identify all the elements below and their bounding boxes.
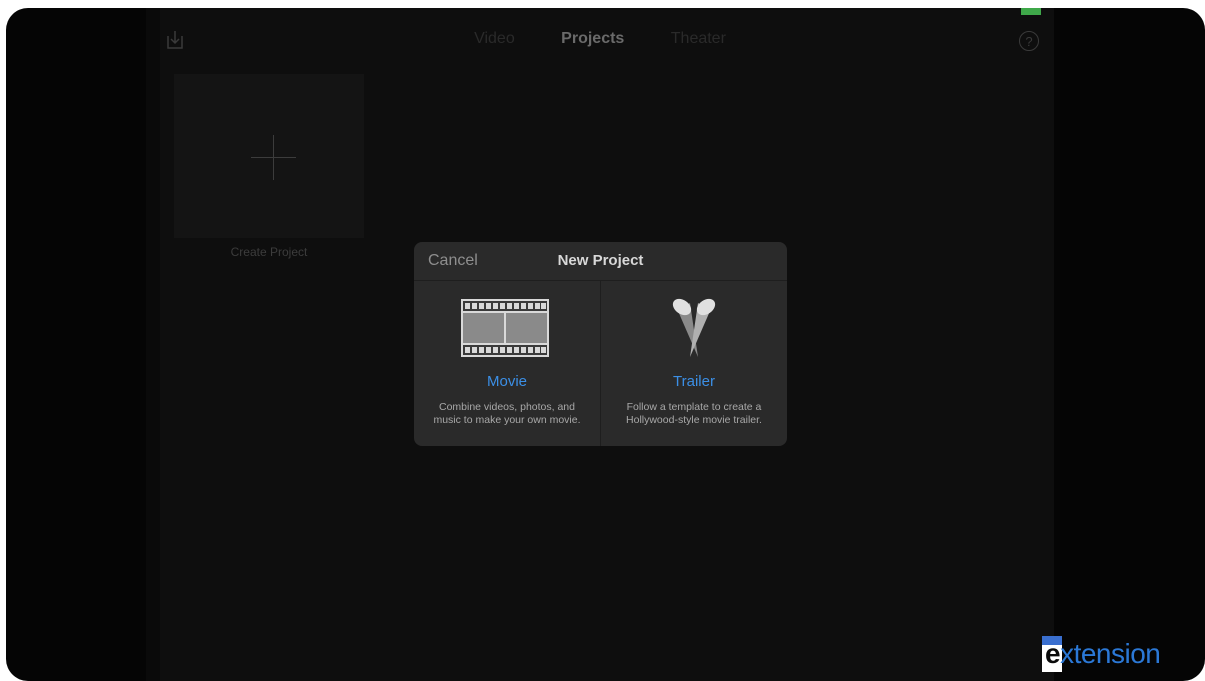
battery-indicator bbox=[1021, 8, 1041, 15]
trailer-description: Follow a template to create a Hollywood-… bbox=[601, 401, 787, 427]
movie-description: Combine videos, photos, and music to mak… bbox=[414, 401, 600, 427]
dialog-header: Cancel New Project bbox=[414, 242, 787, 281]
trailer-description-line2: Hollywood-style movie trailer. bbox=[626, 414, 762, 426]
movie-option[interactable]: Movie Combine videos, photos, and music … bbox=[414, 281, 600, 446]
film-strip-icon bbox=[461, 299, 549, 357]
logo-first-letter: e bbox=[1045, 638, 1061, 669]
trailer-description-line1: Follow a template to create a bbox=[626, 401, 762, 413]
dialog-title: New Project bbox=[557, 252, 644, 269]
question-circle-icon[interactable]: ? bbox=[1019, 31, 1039, 51]
extension-logo: extension bbox=[1042, 626, 1182, 676]
movie-title: Movie bbox=[486, 373, 527, 390]
movie-description-line2: music to make your own movie. bbox=[433, 414, 581, 426]
trailer-title: Trailer bbox=[673, 373, 715, 390]
logo-rest: xtension bbox=[1060, 638, 1161, 669]
trailer-option[interactable]: Trailer Follow a template to create a Ho… bbox=[601, 281, 787, 446]
tab-video[interactable]: Video bbox=[474, 30, 515, 48]
tab-projects[interactable]: Projects bbox=[561, 30, 624, 48]
spotlights-icon bbox=[672, 298, 716, 357]
top-nav: Video Projects Theater bbox=[146, 30, 1054, 48]
logo-text: extension bbox=[1045, 638, 1161, 670]
app-window: Video Projects Theater ? Create Project … bbox=[6, 8, 1205, 681]
create-project-label: Create Project bbox=[230, 245, 308, 259]
tab-theater[interactable]: Theater bbox=[671, 30, 726, 48]
new-project-dialog: Cancel New Project Movie Combine videos,… bbox=[414, 242, 787, 446]
create-project-tile[interactable] bbox=[174, 74, 364, 238]
movie-description-line1: Combine videos, photos, and bbox=[438, 401, 575, 413]
plus-icon-vertical bbox=[273, 135, 274, 180]
